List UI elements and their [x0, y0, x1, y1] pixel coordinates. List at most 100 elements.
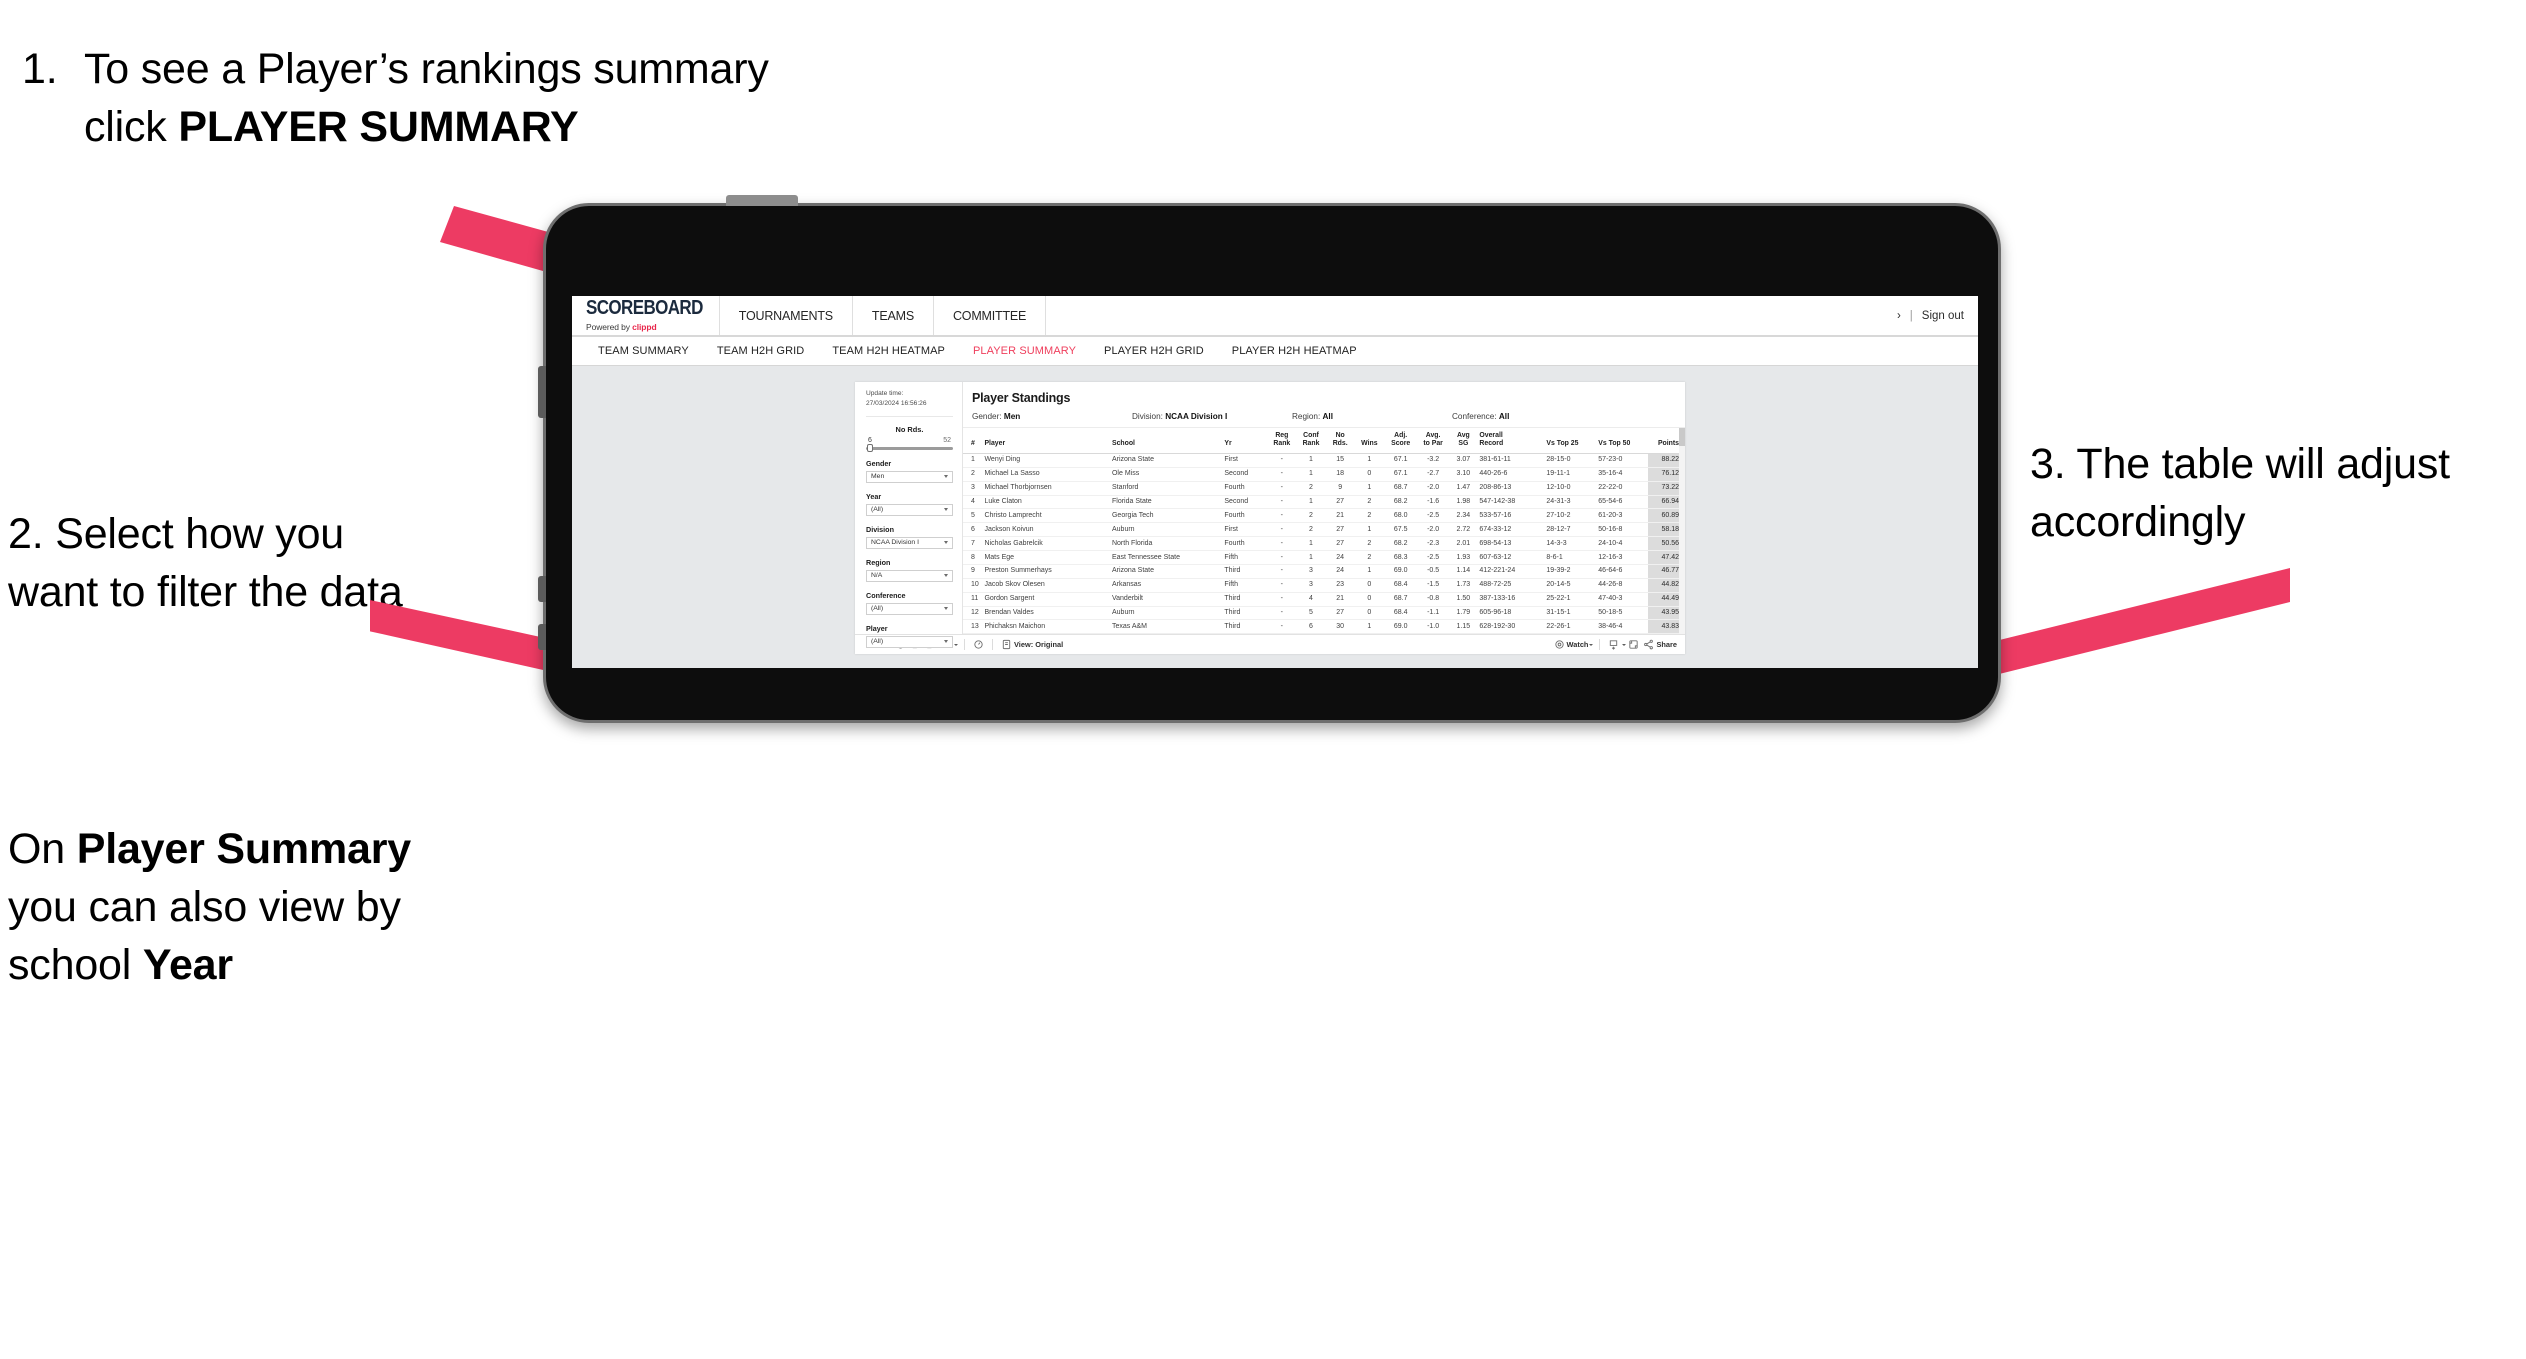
- col-vs-top-50-header[interactable]: Vs Top 50: [1596, 428, 1649, 454]
- table-row[interactable]: 12 Brendan Valdes Auburn Third -5 27 0 68.4 -1.1…: [963, 606, 1685, 621]
- col-school-header[interactable]: School: [1109, 428, 1223, 454]
- account-chevron-icon[interactable]: ›: [1897, 310, 1901, 322]
- col-avg-to-par-header[interactable]: Avg. to Par: [1416, 428, 1450, 454]
- col-adj-score-cell: 68.2: [1384, 495, 1417, 510]
- watch-caret-icon[interactable]: [1589, 643, 1594, 646]
- col-adj-score-header[interactable]: Adj. Score: [1384, 428, 1417, 454]
- col-rank-cell: 11: [963, 592, 983, 607]
- subnav-team-h2h-heatmap[interactable]: TEAM H2H HEATMAP: [818, 345, 959, 357]
- col-conf-rank-header[interactable]: Conf Rank: [1295, 428, 1327, 454]
- col-avg-sg-cell: 1.50: [1449, 592, 1478, 607]
- col-vs-top-25-header[interactable]: Vs Top 25: [1544, 428, 1597, 454]
- watch-button[interactable]: Watch: [1567, 640, 1589, 649]
- table-row[interactable]: 8 Mats Ege East Tennessee State Fifth -1 24 2 6…: [963, 550, 1685, 565]
- watch-eye-icon[interactable]: [1552, 638, 1567, 652]
- top-nav-teams[interactable]: TEAMS: [853, 296, 934, 335]
- highlight-caret-icon[interactable]: [954, 643, 958, 646]
- table-row[interactable]: 13 Phichaksn Maichon Texas A&M Third -6 30 1 69…: [963, 619, 1685, 634]
- filter-region-select[interactable]: N/A: [866, 569, 953, 582]
- col-school-cell: Georgia Tech: [1109, 508, 1223, 524]
- share-icon[interactable]: [1641, 638, 1656, 652]
- brand-logo[interactable]: SCOREBOARD Powered by clippd: [572, 296, 720, 335]
- col-overall-record-header[interactable]: Overall Record: [1477, 428, 1545, 454]
- slider-handle[interactable]: [867, 444, 873, 453]
- col-reg-rank-cell: -: [1267, 606, 1296, 621]
- device-volume-button: [538, 366, 546, 418]
- table-row[interactable]: 3 Michael Thorbjornsen Stanford Fourth -2 9 1 6…: [963, 481, 1685, 496]
- col-wins-header[interactable]: Wins: [1354, 428, 1385, 454]
- top-nav-committee[interactable]: COMMITTEE: [934, 296, 1047, 335]
- table-row[interactable]: 9 Preston Summerhays Arizona State Third -3 2…: [963, 564, 1685, 579]
- col-reg-rank-cell: -: [1267, 522, 1296, 538]
- col-rank-header[interactable]: #: [963, 428, 983, 454]
- table-row[interactable]: 5 Christo Lamprecht Georgia Tech Fourth -2 21…: [963, 508, 1685, 524]
- filter-conference-select[interactable]: (All): [866, 602, 953, 615]
- scrollbar-thumb[interactable]: [1679, 428, 1685, 446]
- col-wins-cell: 0: [1354, 467, 1385, 482]
- standings-area: Player Standings Gender: Men Division: N…: [963, 382, 1685, 634]
- filter-year-select[interactable]: (All): [866, 503, 953, 516]
- readout-conference-value: All: [1498, 412, 1510, 421]
- fullscreen-icon[interactable]: [1626, 638, 1641, 652]
- col-adj-score-cell: 67.5: [1384, 522, 1417, 538]
- col-conf-rank-cell: 1: [1295, 467, 1327, 482]
- col-reg-rank-header[interactable]: Reg Rank: [1267, 428, 1296, 454]
- pause-icon[interactable]: [971, 638, 986, 652]
- col-year-cell: Third: [1222, 564, 1268, 579]
- standings-table: # Player School Yr Reg Rank Conf Rank No Rds. W…: [963, 428, 1685, 634]
- col-overall-record-cell: 412-221-24: [1477, 564, 1545, 579]
- subnav-team-summary[interactable]: TEAM SUMMARY: [584, 345, 703, 357]
- chevron-down-icon: [944, 508, 948, 512]
- col-wins-cell: 2: [1354, 550, 1385, 565]
- col-player-cell: Brendan Valdes: [982, 606, 1110, 621]
- slider-track[interactable]: [866, 444, 953, 453]
- col-vs-top-25-cell: 12-10-0: [1544, 481, 1597, 496]
- filter-player: Player (All): [866, 624, 953, 648]
- table-row[interactable]: 7 Nicholas Gabrelcik North Florida Fourth -1…: [963, 536, 1685, 551]
- top-nav-tournaments[interactable]: TOURNAMENTS: [720, 296, 853, 335]
- chevron-down-icon: [944, 574, 948, 578]
- col-wins-cell: 0: [1354, 578, 1385, 593]
- col-no-rounds-cell: 30: [1326, 619, 1355, 634]
- subnav-player-summary[interactable]: PLAYER SUMMARY: [959, 345, 1090, 357]
- filter-player-select[interactable]: (All): [866, 635, 953, 648]
- table-vertical-scrollbar[interactable]: [1679, 428, 1685, 634]
- col-wins-cell: 1: [1354, 619, 1385, 634]
- table-row[interactable]: 11 Gordon Sargent Vanderbilt Third -4 21 0 68.7…: [963, 592, 1685, 607]
- table-row[interactable]: 6 Jackson Koivun Auburn First -2 27 1 67.5 -2.0 2…: [963, 522, 1685, 538]
- readout-conference: Conference: All: [1452, 412, 1509, 421]
- annotation-step-3: 3. The table will adjust accordingly: [2030, 435, 2526, 551]
- chevron-down-icon: [944, 607, 948, 611]
- col-rank-cell: 8: [963, 550, 983, 565]
- share-button[interactable]: Share: [1656, 640, 1677, 649]
- col-avg-sg-header[interactable]: Avg SG: [1449, 428, 1478, 454]
- subnav-team-h2h-grid[interactable]: TEAM H2H GRID: [703, 345, 818, 357]
- col-no-rounds-cell: 21: [1326, 592, 1355, 607]
- table-row[interactable]: 4 Luke Claton Florida State Second -1 27 2 68.2…: [963, 495, 1685, 510]
- col-rank-cell: 3: [963, 481, 983, 496]
- table-row[interactable]: 1 Wenyi Ding Arizona State First -1 15 1 67.1 -3…: [963, 453, 1685, 468]
- sign-out-link[interactable]: Sign out: [1922, 310, 1964, 322]
- subnav-player-h2h-heatmap[interactable]: PLAYER H2H HEATMAP: [1218, 345, 1371, 357]
- subnav-player-h2h-grid[interactable]: PLAYER H2H GRID: [1090, 345, 1218, 357]
- col-no-rounds-cell: 23: [1326, 578, 1355, 593]
- filter-gender-select[interactable]: Men: [866, 470, 953, 483]
- filter-gender-label: Gender: [866, 458, 892, 468]
- no-rounds-slider[interactable]: No Rds. 6 52: [866, 425, 953, 453]
- col-player-header[interactable]: Player: [982, 428, 1110, 454]
- col-avg-sg-cell: 3.07: [1449, 453, 1478, 468]
- col-player-cell: Preston Summerhays: [982, 564, 1110, 579]
- col-no-rounds-cell: 27: [1326, 606, 1355, 621]
- table-row[interactable]: 10 Jacob Skov Olesen Arkansas Fifth -3 23 0 68.…: [963, 578, 1685, 593]
- standings-table-scroll[interactable]: # Player School Yr Reg Rank Conf Rank No Rds. W…: [963, 427, 1685, 634]
- view-original-button[interactable]: View: Original: [1014, 640, 1063, 649]
- col-no-rounds-header[interactable]: No Rds.: [1326, 428, 1355, 454]
- table-row[interactable]: 2 Michael La Sasso Ole Miss Second -1 18 0 67.1…: [963, 467, 1685, 482]
- filter-division-select[interactable]: NCAA Division I: [866, 536, 953, 549]
- readout-division: Division: NCAA Division I: [1132, 412, 1292, 421]
- col-avg-to-par-cell: -1.1: [1416, 606, 1450, 621]
- view-icon[interactable]: [999, 638, 1014, 652]
- download-icon[interactable]: [1606, 638, 1621, 652]
- col-rank-cell: 7: [963, 536, 983, 551]
- col-year-header[interactable]: Yr: [1222, 428, 1268, 454]
